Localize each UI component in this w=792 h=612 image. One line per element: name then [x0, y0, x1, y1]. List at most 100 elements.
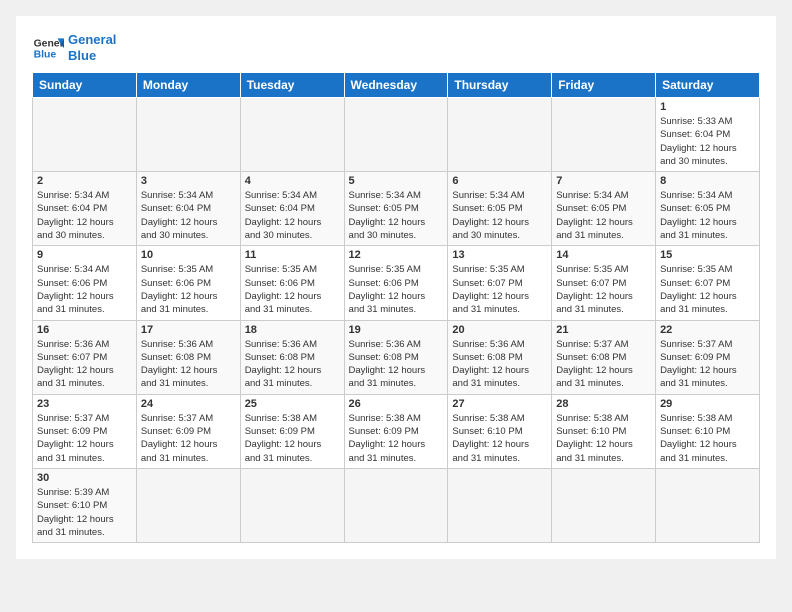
day-number: 10 [141, 249, 236, 261]
day-number: 7 [556, 175, 651, 187]
logo-icon: General Blue [32, 32, 64, 64]
day-number: 15 [660, 249, 755, 261]
header: General Blue General Blue [32, 32, 760, 64]
day-number: 22 [660, 324, 755, 336]
day-number: 5 [349, 175, 444, 187]
day-number: 8 [660, 175, 755, 187]
day-info: Sunrise: 5:38 AM Sunset: 6:09 PM Dayligh… [349, 412, 444, 465]
day-number: 26 [349, 398, 444, 410]
day-info: Sunrise: 5:35 AM Sunset: 6:07 PM Dayligh… [556, 263, 651, 316]
day-info: Sunrise: 5:34 AM Sunset: 6:05 PM Dayligh… [349, 189, 444, 242]
calendar-day-cell: 20 Sunrise: 5:36 AM Sunset: 6:08 PM Dayli… [448, 320, 552, 394]
logo: General Blue General Blue [32, 32, 116, 64]
calendar-day-cell [344, 468, 448, 542]
day-info: Sunrise: 5:35 AM Sunset: 6:07 PM Dayligh… [660, 263, 755, 316]
day-number: 13 [452, 249, 547, 261]
day-info: Sunrise: 5:37 AM Sunset: 6:08 PM Dayligh… [556, 338, 651, 391]
day-number: 16 [37, 324, 132, 336]
day-number: 6 [452, 175, 547, 187]
calendar-day-cell [136, 468, 240, 542]
calendar-header-thursday: Thursday [448, 73, 552, 98]
day-info: Sunrise: 5:34 AM Sunset: 6:05 PM Dayligh… [452, 189, 547, 242]
calendar-day-cell: 9 Sunrise: 5:34 AM Sunset: 6:06 PM Daylig… [33, 246, 137, 320]
calendar-header-saturday: Saturday [656, 73, 760, 98]
calendar-week-row: 16 Sunrise: 5:36 AM Sunset: 6:07 PM Dayli… [33, 320, 760, 394]
calendar-day-cell [448, 98, 552, 172]
calendar-day-cell [240, 468, 344, 542]
calendar-day-cell: 24Sunrise: 5:37 AM Sunset: 6:09 PM Dayli… [136, 394, 240, 468]
calendar-day-cell: 11Sunrise: 5:35 AM Sunset: 6:06 PM Dayli… [240, 246, 344, 320]
calendar-header-wednesday: Wednesday [344, 73, 448, 98]
calendar-day-cell: 26 Sunrise: 5:38 AM Sunset: 6:09 PM Dayli… [344, 394, 448, 468]
calendar-day-cell: 23 Sunrise: 5:37 AM Sunset: 6:09 PM Dayli… [33, 394, 137, 468]
day-info: Sunrise: 5:38 AM Sunset: 6:10 PM Dayligh… [452, 412, 547, 465]
day-number: 3 [141, 175, 236, 187]
calendar-day-cell: 15 Sunrise: 5:35 AM Sunset: 6:07 PM Dayli… [656, 246, 760, 320]
calendar-day-cell: 13 Sunrise: 5:35 AM Sunset: 6:07 PM Dayli… [448, 246, 552, 320]
day-number: 20 [452, 324, 547, 336]
calendar-day-cell: 16 Sunrise: 5:36 AM Sunset: 6:07 PM Dayli… [33, 320, 137, 394]
day-number: 30 [37, 472, 132, 484]
day-number: 29 [660, 398, 755, 410]
day-info: Sunrise: 5:37 AM Sunset: 6:09 PM Dayligh… [660, 338, 755, 391]
calendar-day-cell [344, 98, 448, 172]
calendar-week-row: 23 Sunrise: 5:37 AM Sunset: 6:09 PM Dayli… [33, 394, 760, 468]
day-number: 2 [37, 175, 132, 187]
calendar-day-cell: 30 Sunrise: 5:39 AM Sunset: 6:10 PM Dayli… [33, 468, 137, 542]
day-number: 11 [245, 249, 340, 261]
day-info: Sunrise: 5:34 AM Sunset: 6:04 PM Dayligh… [245, 189, 340, 242]
day-info: Sunrise: 5:35 AM Sunset: 6:06 PM Dayligh… [349, 263, 444, 316]
day-info: Sunrise: 5:33 AM Sunset: 6:04 PM Dayligh… [660, 115, 755, 168]
day-info: Sunrise: 5:36 AM Sunset: 6:08 PM Dayligh… [245, 338, 340, 391]
logo-text: General Blue [68, 32, 116, 63]
day-number: 4 [245, 175, 340, 187]
calendar-table: SundayMondayTuesdayWednesdayThursdayFrid… [32, 72, 760, 543]
day-number: 12 [349, 249, 444, 261]
day-info: Sunrise: 5:38 AM Sunset: 6:09 PM Dayligh… [245, 412, 340, 465]
calendar-day-cell: 7 Sunrise: 5:34 AM Sunset: 6:05 PM Daylig… [552, 172, 656, 246]
calendar-header-row: SundayMondayTuesdayWednesdayThursdayFrid… [33, 73, 760, 98]
calendar-day-cell: 8Sunrise: 5:34 AM Sunset: 6:05 PM Daylig… [656, 172, 760, 246]
day-info: Sunrise: 5:34 AM Sunset: 6:04 PM Dayligh… [37, 189, 132, 242]
calendar-day-cell: 17Sunrise: 5:36 AM Sunset: 6:08 PM Dayli… [136, 320, 240, 394]
day-info: Sunrise: 5:38 AM Sunset: 6:10 PM Dayligh… [556, 412, 651, 465]
calendar-day-cell: 1 Sunrise: 5:33 AM Sunset: 6:04 PM Daylig… [656, 98, 760, 172]
calendar-day-cell: 4 Sunrise: 5:34 AM Sunset: 6:04 PM Daylig… [240, 172, 344, 246]
calendar-day-cell: 25 Sunrise: 5:38 AM Sunset: 6:09 PM Dayli… [240, 394, 344, 468]
day-info: Sunrise: 5:36 AM Sunset: 6:08 PM Dayligh… [141, 338, 236, 391]
day-info: Sunrise: 5:35 AM Sunset: 6:07 PM Dayligh… [452, 263, 547, 316]
calendar-day-cell: 3 Sunrise: 5:34 AM Sunset: 6:04 PM Daylig… [136, 172, 240, 246]
day-number: 21 [556, 324, 651, 336]
day-info: Sunrise: 5:34 AM Sunset: 6:05 PM Dayligh… [556, 189, 651, 242]
calendar-day-cell: 6 Sunrise: 5:34 AM Sunset: 6:05 PM Daylig… [448, 172, 552, 246]
day-number: 25 [245, 398, 340, 410]
calendar-day-cell: 12 Sunrise: 5:35 AM Sunset: 6:06 PM Dayli… [344, 246, 448, 320]
day-info: Sunrise: 5:34 AM Sunset: 6:04 PM Dayligh… [141, 189, 236, 242]
calendar-day-cell: 22 Sunrise: 5:37 AM Sunset: 6:09 PM Dayli… [656, 320, 760, 394]
calendar-day-cell: 21 Sunrise: 5:37 AM Sunset: 6:08 PM Dayli… [552, 320, 656, 394]
day-number: 27 [452, 398, 547, 410]
day-number: 1 [660, 101, 755, 113]
day-info: Sunrise: 5:36 AM Sunset: 6:08 PM Dayligh… [452, 338, 547, 391]
calendar-page: General Blue General Blue SundayMondayTu… [16, 16, 776, 559]
day-info: Sunrise: 5:36 AM Sunset: 6:07 PM Dayligh… [37, 338, 132, 391]
calendar-header-monday: Monday [136, 73, 240, 98]
calendar-day-cell: 18Sunrise: 5:36 AM Sunset: 6:08 PM Dayli… [240, 320, 344, 394]
day-info: Sunrise: 5:39 AM Sunset: 6:10 PM Dayligh… [37, 486, 132, 539]
calendar-day-cell [448, 468, 552, 542]
day-number: 9 [37, 249, 132, 261]
day-info: Sunrise: 5:35 AM Sunset: 6:06 PM Dayligh… [141, 263, 236, 316]
calendar-day-cell: 10 Sunrise: 5:35 AM Sunset: 6:06 PM Dayli… [136, 246, 240, 320]
calendar-day-cell [656, 468, 760, 542]
day-info: Sunrise: 5:34 AM Sunset: 6:06 PM Dayligh… [37, 263, 132, 316]
day-info: Sunrise: 5:37 AM Sunset: 6:09 PM Dayligh… [37, 412, 132, 465]
day-number: 14 [556, 249, 651, 261]
day-number: 23 [37, 398, 132, 410]
calendar-header-tuesday: Tuesday [240, 73, 344, 98]
day-info: Sunrise: 5:38 AM Sunset: 6:10 PM Dayligh… [660, 412, 755, 465]
calendar-week-row: 9 Sunrise: 5:34 AM Sunset: 6:06 PM Daylig… [33, 246, 760, 320]
calendar-header-sunday: Sunday [33, 73, 137, 98]
calendar-day-cell: 19Sunrise: 5:36 AM Sunset: 6:08 PM Dayli… [344, 320, 448, 394]
day-info: Sunrise: 5:37 AM Sunset: 6:09 PM Dayligh… [141, 412, 236, 465]
calendar-day-cell [552, 468, 656, 542]
